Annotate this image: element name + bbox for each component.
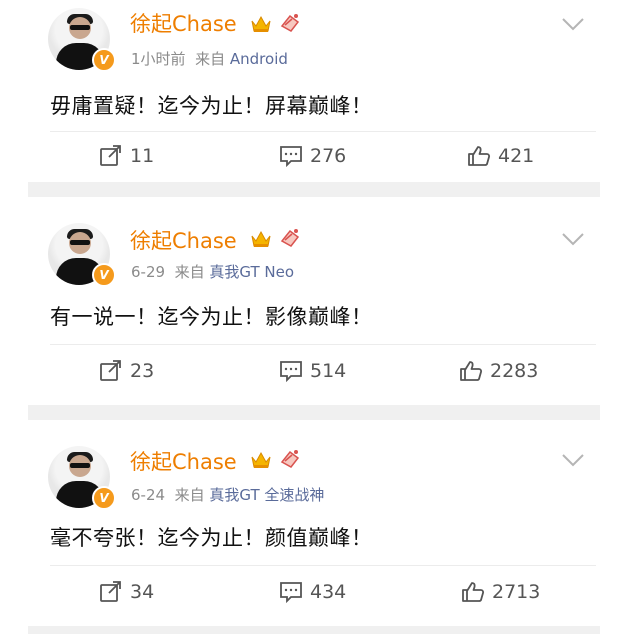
from-label: 来自	[174, 263, 205, 281]
post-content: 有一说一！迄今为止！影像巅峰！	[50, 305, 373, 329]
verified-v-badge: V	[92, 486, 116, 510]
post-content: 毋庸置疑！迄今为止！屏幕巅峰！	[50, 94, 373, 118]
post-card: V 徐起Chase 1小时前 来自 Android 毋庸置疑！迄今为止！屏幕巅峰…	[32, 0, 596, 182]
repost-icon	[100, 360, 121, 381]
like-button[interactable]: 421	[466, 144, 534, 168]
from-label: 来自	[195, 50, 226, 68]
cheer-icon	[280, 229, 300, 247]
cheer-icon	[280, 450, 300, 468]
repost-button[interactable]: 23	[98, 359, 154, 383]
user-name[interactable]: 徐起Chase	[130, 8, 237, 38]
comment-icon	[280, 582, 302, 604]
cheer-icon	[280, 14, 300, 32]
weibo-feed: V 徐起Chase 1小时前 来自 Android 毋庸置疑！迄今为止！屏幕巅峰…	[28, 0, 600, 634]
repost-count: 34	[130, 581, 155, 603]
repost-icon	[100, 145, 121, 166]
repost-button[interactable]: 34	[98, 580, 154, 604]
verified-v-badge: V	[92, 263, 116, 287]
comment-button[interactable]: 276	[278, 144, 346, 168]
like-icon	[462, 582, 485, 602]
from-label: 来自	[174, 486, 205, 504]
divider	[50, 344, 596, 345]
post-content: 毫不夸张！迄今为止！颜值巅峰！	[50, 526, 373, 550]
divider	[50, 565, 596, 566]
post-time: 6-29	[131, 263, 166, 281]
repost-button[interactable]: 11	[98, 144, 154, 168]
post-source[interactable]: 真我GT Neo	[209, 263, 294, 281]
post-meta: 6-29 来自 真我GT Neo	[131, 261, 294, 282]
post-source[interactable]: Android	[230, 50, 288, 68]
comment-count: 276	[310, 145, 347, 167]
post-card: V 徐起Chase 6-24 来自 真我GT 全速战神 毫不夸张！迄今为止！颜值…	[32, 420, 596, 626]
post-time: 6-24	[131, 486, 166, 504]
repost-count: 11	[130, 145, 155, 167]
repost-count: 23	[130, 360, 155, 382]
comment-icon	[280, 361, 302, 383]
like-icon	[460, 361, 483, 381]
post-source[interactable]: 真我GT 全速战神	[209, 486, 324, 504]
divider	[50, 131, 596, 132]
post-time: 1小时前	[131, 50, 186, 68]
comment-icon	[280, 146, 302, 168]
comment-button[interactable]: 434	[278, 580, 346, 604]
repost-icon	[100, 581, 121, 602]
post-separator	[28, 405, 600, 420]
like-count: 2713	[492, 581, 541, 603]
like-count: 2283	[490, 360, 539, 382]
crown-icon	[251, 15, 271, 32]
like-button[interactable]: 2283	[458, 359, 538, 383]
post-separator	[28, 182, 600, 197]
chevron-down-icon[interactable]	[560, 16, 586, 32]
post-meta: 6-24 来自 真我GT 全速战神	[131, 484, 324, 505]
comment-count: 434	[310, 581, 347, 603]
like-button[interactable]: 2713	[460, 580, 540, 604]
crown-icon	[251, 230, 271, 247]
user-name[interactable]: 徐起Chase	[130, 225, 237, 255]
verified-v-badge: V	[92, 48, 116, 72]
like-count: 421	[498, 145, 535, 167]
comment-button[interactable]: 514	[278, 359, 346, 383]
post-card: V 徐起Chase 6-29 来自 真我GT Neo 有一说一！迄今为止！影像巅…	[32, 197, 596, 405]
chevron-down-icon[interactable]	[560, 452, 586, 468]
chevron-down-icon[interactable]	[560, 231, 586, 247]
post-meta: 1小时前 来自 Android	[131, 48, 288, 69]
like-icon	[468, 146, 491, 166]
comment-count: 514	[310, 360, 347, 382]
crown-icon	[251, 451, 271, 468]
user-name[interactable]: 徐起Chase	[130, 446, 237, 476]
